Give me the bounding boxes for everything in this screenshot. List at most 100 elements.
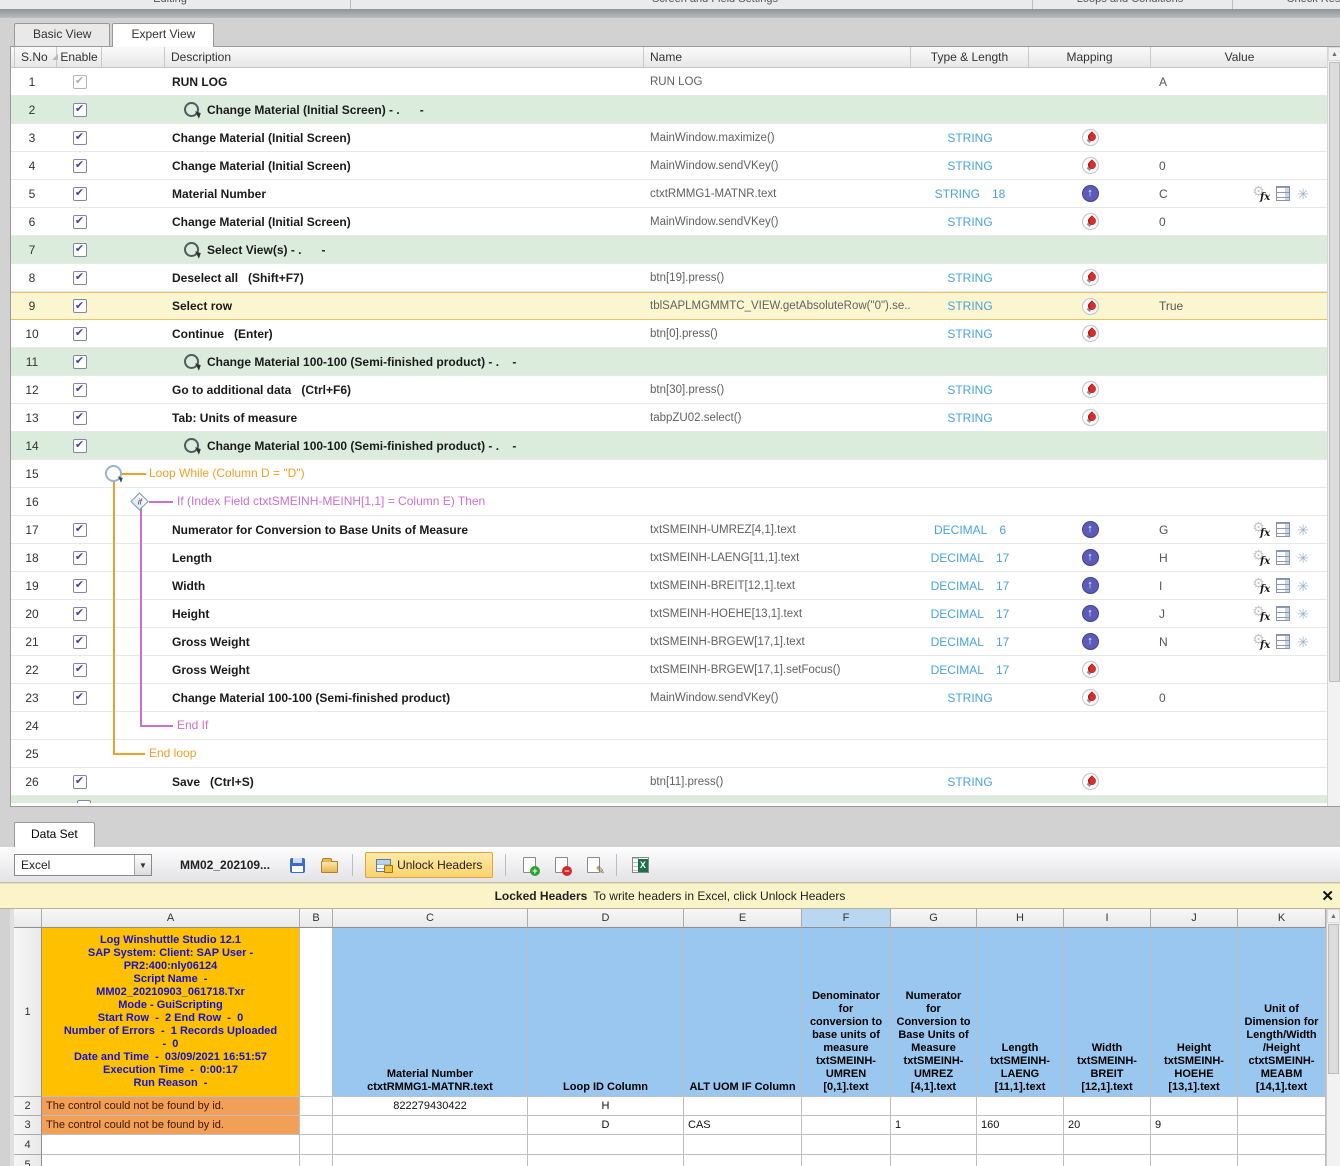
tab-basic-view[interactable]: Basic View xyxy=(14,23,110,46)
enable-checkbox[interactable]: ✔ xyxy=(73,523,87,537)
cell-H5[interactable] xyxy=(977,1155,1064,1166)
value-cell[interactable] xyxy=(1151,264,1315,291)
column-letter-K[interactable]: K xyxy=(1238,909,1326,928)
enable-cell[interactable]: ✔ xyxy=(57,320,102,347)
cell-H3[interactable]: 160 xyxy=(977,1116,1064,1135)
cell-A3[interactable]: The control could not be found by id. xyxy=(42,1116,300,1135)
enable-checkbox[interactable]: ✔ xyxy=(73,579,87,593)
value-cell[interactable]: N fx ✳ xyxy=(1151,628,1315,655)
enable-checkbox[interactable]: ✔ xyxy=(73,607,87,621)
script-row-21[interactable]: 21✔Gross WeighttxtSMEINH-BRGEW[17,1].tex… xyxy=(11,628,1340,656)
enable-cell[interactable]: ✔ xyxy=(57,293,102,319)
script-row-4[interactable]: 4✔Change Material (Initial Screen)MainWi… xyxy=(11,152,1340,180)
enable-cell[interactable]: ✔ xyxy=(57,628,102,655)
script-row-3[interactable]: 3✔Change Material (Initial Screen)MainWi… xyxy=(11,124,1340,152)
loop-while-label[interactable]: Loop While (Column D = "D") xyxy=(149,466,305,480)
value-cell[interactable]: C fx ✳ xyxy=(1151,180,1315,207)
cell-H4[interactable] xyxy=(977,1135,1064,1155)
fixed-value-pin-icon[interactable] xyxy=(1082,325,1099,342)
column-letter-D[interactable]: D xyxy=(528,909,684,928)
column-header-type-length[interactable]: Type & Length xyxy=(911,47,1029,67)
enable-cell[interactable]: ✔ xyxy=(57,124,102,151)
script-row-24[interactable]: 24 End If xyxy=(11,712,1340,740)
cell-D3[interactable]: D xyxy=(528,1116,684,1135)
cell-B4[interactable] xyxy=(300,1135,333,1155)
cell-H2[interactable] xyxy=(977,1097,1064,1116)
column-letter-A[interactable]: A xyxy=(42,909,300,928)
cell-K3[interactable] xyxy=(1238,1116,1326,1135)
cell-I3[interactable]: 20 xyxy=(1064,1116,1151,1135)
run-reason-icon[interactable]: ✳ xyxy=(1297,635,1309,649)
enable-checkbox[interactable]: ✔ xyxy=(73,439,87,453)
enable-cell[interactable]: ✔ xyxy=(57,544,102,571)
enable-checkbox[interactable]: ✔ xyxy=(73,243,87,257)
script-row-7[interactable]: 7✔Select View(s) - . - xyxy=(11,236,1340,264)
enable-cell[interactable]: ✔ xyxy=(57,348,102,375)
fixed-value-pin-icon[interactable] xyxy=(1082,409,1099,426)
column-letter-H[interactable]: H xyxy=(977,909,1064,928)
value-cell[interactable]: 0 xyxy=(1151,208,1315,235)
column-letter-G[interactable]: G xyxy=(891,909,977,928)
enable-checkbox[interactable]: ✔ xyxy=(73,159,87,173)
if-icon[interactable]: if xyxy=(130,492,148,510)
fixed-value-pin-icon[interactable] xyxy=(1082,298,1099,315)
mapped-up-arrow-icon[interactable]: ↑ xyxy=(1082,633,1099,650)
header-cell-C[interactable]: Material Number ctxtRMMG1-MATNR.text xyxy=(333,928,528,1097)
header-cell-F[interactable]: Denominator for conversion to base units… xyxy=(802,928,891,1097)
corner-cell[interactable] xyxy=(14,909,42,928)
fixed-value-pin-icon[interactable] xyxy=(1082,689,1099,706)
value-list-icon[interactable] xyxy=(1276,606,1290,621)
cell-E4[interactable] xyxy=(684,1135,802,1155)
enable-checkbox[interactable]: ✔ xyxy=(73,355,87,369)
enable-cell[interactable]: ✔ xyxy=(57,572,102,599)
cell-G5[interactable] xyxy=(891,1155,977,1166)
enable-checkbox[interactable]: ✔ xyxy=(73,103,87,117)
unlock-headers-button[interactable]: Unlock Headers xyxy=(365,852,493,878)
cell-D4[interactable] xyxy=(528,1135,684,1155)
splitter[interactable] xyxy=(0,807,1340,818)
cell-K5[interactable] xyxy=(1238,1155,1326,1166)
script-row-12[interactable]: 12✔Go to additional data (Ctrl+F6)btn[30… xyxy=(11,376,1340,404)
open-in-excel-button[interactable]: X xyxy=(629,854,651,876)
fixed-value-pin-icon[interactable] xyxy=(1082,269,1099,286)
header-cell-H[interactable]: Length txtSMEINH- LAENG [11,1].text xyxy=(977,928,1064,1097)
mapped-up-arrow-icon[interactable]: ↑ xyxy=(1082,577,1099,594)
enable-checkbox[interactable]: ✔ xyxy=(73,75,87,89)
fixed-value-pin-icon[interactable] xyxy=(1082,661,1099,678)
header-cell-J[interactable]: Height txtSMEINH- HOEHE [13,1].text xyxy=(1151,928,1238,1097)
log-cell-a1[interactable]: Log Winshuttle Studio 12.1 SAP System: C… xyxy=(42,928,300,1097)
column-header-enable[interactable]: Enable xyxy=(57,47,102,67)
column-header-mapping[interactable]: Mapping xyxy=(1029,47,1151,67)
value-cell[interactable]: I fx ✳ xyxy=(1151,572,1315,599)
script-row-22[interactable]: 22✔Gross WeighttxtSMEINH-BRGEW[17,1].set… xyxy=(11,656,1340,684)
enable-cell[interactable]: ✔ xyxy=(57,96,102,123)
enable-checkbox[interactable]: ✔ xyxy=(73,299,87,313)
fixed-value-pin-icon[interactable] xyxy=(1082,381,1099,398)
script-row-16[interactable]: 16if If (Index Field ctxtSMEINH-MEINH[1,… xyxy=(11,488,1340,516)
mapped-up-arrow-icon[interactable]: ↑ xyxy=(1082,185,1099,202)
value-list-icon[interactable] xyxy=(1276,634,1290,649)
run-reason-icon[interactable]: ✳ xyxy=(1297,579,1309,593)
cell-I5[interactable] xyxy=(1064,1155,1151,1166)
column-header-sno[interactable]: S.No xyxy=(15,47,57,67)
cell-J3[interactable]: 9 xyxy=(1151,1116,1238,1135)
value-cell[interactable] xyxy=(1151,124,1315,151)
cell-A4[interactable] xyxy=(42,1135,300,1155)
cell-G3[interactable]: 1 xyxy=(891,1116,977,1135)
run-reason-icon[interactable]: ✳ xyxy=(1297,607,1309,621)
header-cell-G[interactable]: Numerator for Conversion to Base Units o… xyxy=(891,928,977,1097)
header-cell-E[interactable]: ALT UOM IF Column xyxy=(684,928,802,1097)
cell-G2[interactable] xyxy=(891,1097,977,1116)
script-row-11[interactable]: 11✔Change Material 100-100 (Semi-finishe… xyxy=(11,348,1340,376)
enable-cell[interactable]: ✔ xyxy=(57,600,102,627)
mapped-up-arrow-icon[interactable]: ↑ xyxy=(1082,521,1099,538)
enable-checkbox[interactable]: ✔ xyxy=(73,635,87,649)
function-icon[interactable]: fx xyxy=(1252,549,1269,566)
header-cell-I[interactable]: Width txtSMEINH- BREIT [12,1].text xyxy=(1064,928,1151,1097)
enable-checkbox[interactable]: ✔ xyxy=(73,411,87,425)
excel-vertical-scrollbar[interactable]: ▲ xyxy=(1326,909,1340,1166)
cell-B5[interactable] xyxy=(300,1155,333,1166)
if-condition-label[interactable]: If (Index Field ctxtSMEINH-MEINH[1,1] = … xyxy=(177,494,485,508)
script-row-10[interactable]: 10✔Continue (Enter)btn[0].press()STRING xyxy=(11,320,1340,348)
enable-checkbox[interactable]: ✔ xyxy=(73,215,87,229)
